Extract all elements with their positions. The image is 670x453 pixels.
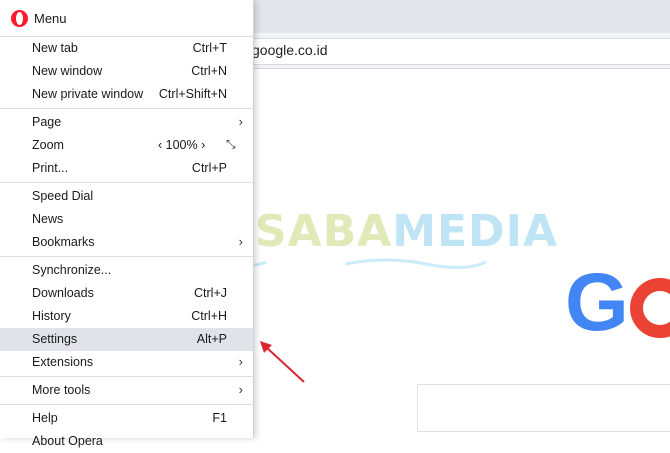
menu-title: Menu bbox=[34, 11, 67, 26]
menu-item-shortcut: F1 bbox=[212, 411, 227, 425]
search-box[interactable] bbox=[417, 384, 670, 432]
menu-item-more-tools[interactable]: More tools › bbox=[0, 379, 253, 402]
menu-item-label: Extensions bbox=[32, 355, 94, 369]
watermark-part2: MEDIA bbox=[392, 206, 559, 257]
menu-separator bbox=[0, 404, 253, 405]
menu-item-label: Speed Dial bbox=[32, 189, 94, 203]
menu-item-shortcut: Ctrl+J bbox=[194, 286, 227, 300]
menu-separator bbox=[0, 376, 253, 377]
chevron-right-icon: › bbox=[238, 114, 243, 129]
menu-item-about-opera[interactable]: About Opera bbox=[0, 430, 253, 453]
address-url[interactable]: google.co.id bbox=[252, 40, 328, 60]
menu-item-shortcut: Ctrl+P bbox=[191, 161, 227, 175]
menu-item-label: History bbox=[32, 309, 71, 323]
menu-item-label: Synchronize... bbox=[32, 263, 112, 277]
menu-item-new-private-window[interactable]: New private window Ctrl+Shift+N bbox=[0, 83, 253, 106]
menu-item-label: New private window bbox=[32, 87, 144, 101]
menu-item-label: Page bbox=[32, 115, 62, 129]
menu-item-page[interactable]: Page › bbox=[0, 111, 253, 134]
opera-menu: Menu New tab Ctrl+T New window Ctrl+N Ne… bbox=[0, 0, 254, 448]
menu-item-label: Help bbox=[32, 411, 58, 425]
menu-separator bbox=[0, 108, 253, 109]
menu-item-shortcut: Ctrl+N bbox=[191, 64, 227, 78]
menu-separator bbox=[0, 182, 253, 183]
menu-item-bookmarks[interactable]: Bookmarks › bbox=[0, 231, 253, 254]
menu-item-extensions[interactable]: Extensions › bbox=[0, 351, 253, 374]
menu-separator bbox=[0, 256, 253, 257]
opera-logo-icon bbox=[11, 10, 28, 27]
menu-item-label: Downloads bbox=[32, 286, 94, 300]
menu-item-history[interactable]: History Ctrl+H bbox=[0, 305, 253, 328]
menu-item-settings[interactable]: Settings Alt+P bbox=[0, 328, 253, 351]
menu-item-label: Zoom bbox=[32, 138, 64, 152]
menu-item-print[interactable]: Print... Ctrl+P bbox=[0, 157, 253, 180]
menu-item-speed-dial[interactable]: Speed Dial bbox=[0, 185, 253, 208]
chevron-right-icon: › bbox=[238, 234, 243, 249]
annotation-arrow-icon bbox=[260, 341, 305, 383]
menu-item-synchronize[interactable]: Synchronize... bbox=[0, 259, 253, 282]
menu-item-shortcut: Ctrl+T bbox=[192, 41, 227, 55]
menu-item-zoom: Zoom ‹ 100% › ⤡ bbox=[0, 134, 253, 157]
menu-header[interactable]: Menu bbox=[0, 0, 253, 36]
fullscreen-icon[interactable]: ⤡ bbox=[226, 137, 236, 152]
menu-item-label: Settings bbox=[32, 332, 78, 346]
menu-item-label: More tools bbox=[32, 383, 91, 397]
menu-item-label: New tab bbox=[32, 41, 78, 55]
google-logo: G bbox=[565, 257, 629, 348]
menu-item-label: News bbox=[32, 212, 64, 226]
menu-item-shortcut: Ctrl+Shift+N bbox=[158, 87, 227, 101]
menu-item-news[interactable]: News bbox=[0, 208, 253, 231]
menu-item-label: About Opera bbox=[32, 434, 103, 448]
menu-item-downloads[interactable]: Downloads Ctrl+J bbox=[0, 282, 253, 305]
menu-item-help[interactable]: Help F1 bbox=[0, 407, 253, 430]
zoom-control[interactable]: ‹ 100% › bbox=[158, 138, 205, 152]
menu-item-shortcut: Alt+P bbox=[196, 332, 227, 346]
chevron-right-icon: › bbox=[238, 354, 243, 369]
menu-item-label: New window bbox=[32, 64, 103, 78]
chevron-right-icon: › bbox=[238, 382, 243, 397]
menu-item-label: Bookmarks bbox=[32, 235, 95, 249]
menu-item-new-tab[interactable]: New tab Ctrl+T bbox=[0, 37, 253, 60]
menu-item-new-window[interactable]: New window Ctrl+N bbox=[0, 60, 253, 83]
menu-item-label: Print... bbox=[32, 161, 69, 175]
menu-item-shortcut: Ctrl+H bbox=[191, 309, 227, 323]
